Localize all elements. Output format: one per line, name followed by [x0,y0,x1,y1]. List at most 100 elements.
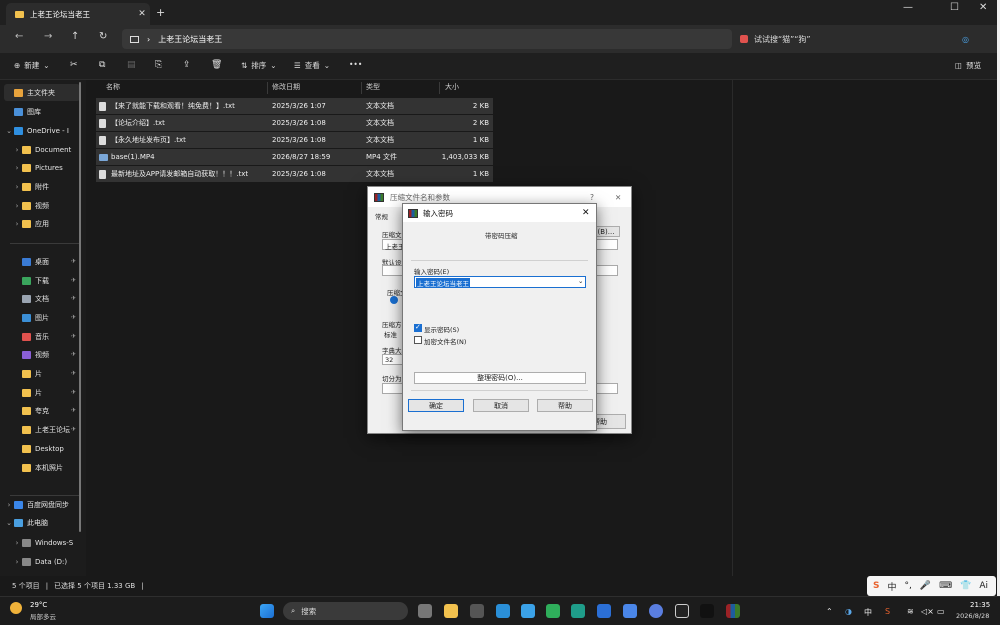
sidebar-item[interactable]: › 视频 [4,197,80,214]
tab-general[interactable]: 常规 [375,211,388,221]
sidebar-item[interactable]: 桌面 ✈ [4,253,80,270]
chevron-right-icon[interactable]: › [12,146,22,154]
sidebar-item[interactable]: 片 ✈ [4,365,80,382]
delete-icon[interactable]: 🗑 [211,60,222,70]
browser-icon[interactable] [649,604,663,618]
column-separator[interactable] [439,82,440,94]
chevron-right-icon[interactable]: › [12,183,22,191]
keyboard-icon[interactable]: ⌨ [939,581,952,591]
view-button[interactable]: ☰ 查看 ⌄ [294,60,330,71]
clock-date[interactable]: 2026/8/28 [956,612,989,620]
battery-icon[interactable]: ▭ [937,607,945,616]
pin-icon[interactable]: ✈ [71,351,76,358]
pin-icon[interactable]: ✈ [71,370,76,377]
maximize-button[interactable]: ☐ [950,2,959,13]
help-icon[interactable]: ? [590,193,594,202]
file-row[interactable]: base(1).MP4 2026/8/27 18:59 MP4 文件 1,403,03… [96,149,493,165]
sidebar-item[interactable]: 图库 [4,103,80,120]
chevron-right-icon[interactable]: › [12,558,22,566]
show-password-label[interactable]: 显示密码(S) [424,324,459,334]
qq-icon[interactable] [675,604,689,618]
ai-icon[interactable]: Ai [979,581,988,591]
sidebar-item[interactable]: 图片 ✈ [4,309,80,326]
sidebar-item[interactable]: › Pictures [4,159,80,176]
sidebar-item[interactable]: ⌄ OneDrive - I [4,122,80,139]
chevron-down-icon[interactable]: ⌄ [4,519,14,527]
close-window-button[interactable]: ✕ [979,2,987,13]
pin-icon[interactable]: ✈ [71,295,76,302]
file-row[interactable]: 最新地址及APP请发邮箱自动获取！！！.txt 2025/3/26 1:08 文本文… [96,166,493,182]
microphone-icon[interactable]: 🎤 [920,581,931,591]
pin-icon[interactable]: ✈ [71,333,76,340]
preview-button[interactable]: ◫ 预览 [955,60,981,71]
chevron-right-icon[interactable]: › [12,202,22,210]
more-button[interactable]: ••• [349,60,362,69]
sort-button[interactable]: ⇅ 排序 ⌄ [241,60,277,71]
sidebar-item[interactable]: 本机照片 [4,459,80,476]
sidebar-item[interactable]: Desktop [4,440,80,457]
weather-icon[interactable] [10,602,22,614]
weather-temp[interactable]: 29°C [30,601,47,609]
ime-mode[interactable]: 中 [887,580,896,593]
weather-desc[interactable]: 局部多云 [30,611,56,621]
app-icon[interactable] [546,604,560,618]
chevron-right-icon[interactable]: › [4,501,14,509]
sidebar-item[interactable]: › 附件 [4,178,80,195]
encrypt-names-label[interactable]: 加密文件名(N) [424,336,466,346]
close-icon[interactable]: ✕ [582,208,590,218]
refresh-icon[interactable]: ↻ [99,31,107,42]
pin-icon[interactable]: ✈ [71,277,76,284]
file-row[interactable]: 【论坛介绍】.txt 2025/3/26 1:08 文本文档 2 KB [96,115,493,131]
pin-icon[interactable]: ✈ [71,314,76,321]
password-input[interactable]: 上老王论坛当老王 ⌄ [414,276,586,288]
punctuation-icon[interactable]: °, [905,581,912,591]
new-tab-button[interactable]: + [156,6,165,19]
paste-icon[interactable]: ▤ [127,60,136,70]
task-view-icon[interactable] [418,604,432,618]
column-separator[interactable] [361,82,362,94]
password-cancel-button[interactable]: 取消 [473,399,529,412]
tab-current[interactable]: 上老王论坛当老王 ✕ [6,3,150,25]
edge-icon[interactable] [571,604,585,618]
clock-time[interactable]: 21:35 [970,601,990,609]
sidebar-item[interactable]: 片 ✈ [4,384,80,401]
chevron-right-icon[interactable]: › [12,220,22,228]
sidebar-item[interactable]: 夸克 ✈ [4,402,80,419]
cut-icon[interactable]: ✂ [70,60,78,70]
sidebar-item[interactable]: › Data (D:) [4,553,80,570]
app-icon[interactable] [521,604,535,618]
chevron-down-icon[interactable]: ⌄ [578,277,583,285]
app-icon[interactable] [496,604,510,618]
sidebar-item[interactable]: 主文件夹 [4,84,80,101]
start-icon[interactable] [260,604,274,618]
encrypt-names-checkbox[interactable] [414,336,422,344]
address-bar[interactable]: › 上老王论坛当老王 [122,29,732,49]
column-modified[interactable]: 修改日期 [272,82,300,92]
new-button[interactable]: ⊕ 新建 ⌄ [14,60,50,71]
sidebar-item[interactable]: › Windows-S [4,534,80,551]
file-explorer-icon[interactable] [444,604,458,618]
password-ok-button[interactable]: 确定 [408,399,464,412]
app-icon[interactable] [597,604,611,618]
app-icon[interactable] [470,604,484,618]
format-radio[interactable] [390,296,398,304]
method-value[interactable]: 标准 [384,329,397,339]
sidebar-item[interactable]: 文档 ✈ [4,290,80,307]
sogou-icon[interactable]: S [873,581,879,591]
copilot-icon[interactable]: ◎ [962,35,969,44]
winrar-icon[interactable] [726,604,740,618]
organize-passwords-button[interactable]: 整理密码(O)... [414,372,586,384]
rename-icon[interactable]: ⎘ [155,60,162,70]
chevron-right-icon[interactable]: › [12,539,22,547]
input-language[interactable]: 中 [864,607,872,618]
sidebar-item[interactable]: 音乐 ✈ [4,328,80,345]
baidu-netdisk-icon[interactable] [623,604,637,618]
tiktok-icon[interactable] [700,604,714,618]
sidebar-item[interactable]: › 百度网盘同步 [4,496,80,513]
sidebar-item[interactable]: ⌄ 此电脑 [4,514,80,531]
sidebar-item[interactable]: 上老王论坛 ✈ [4,421,80,438]
password-help-button[interactable]: 帮助 [537,399,593,412]
forward-icon[interactable]: → [44,31,52,42]
pin-icon[interactable]: ✈ [71,407,76,414]
close-tab-icon[interactable]: ✕ [134,9,150,19]
